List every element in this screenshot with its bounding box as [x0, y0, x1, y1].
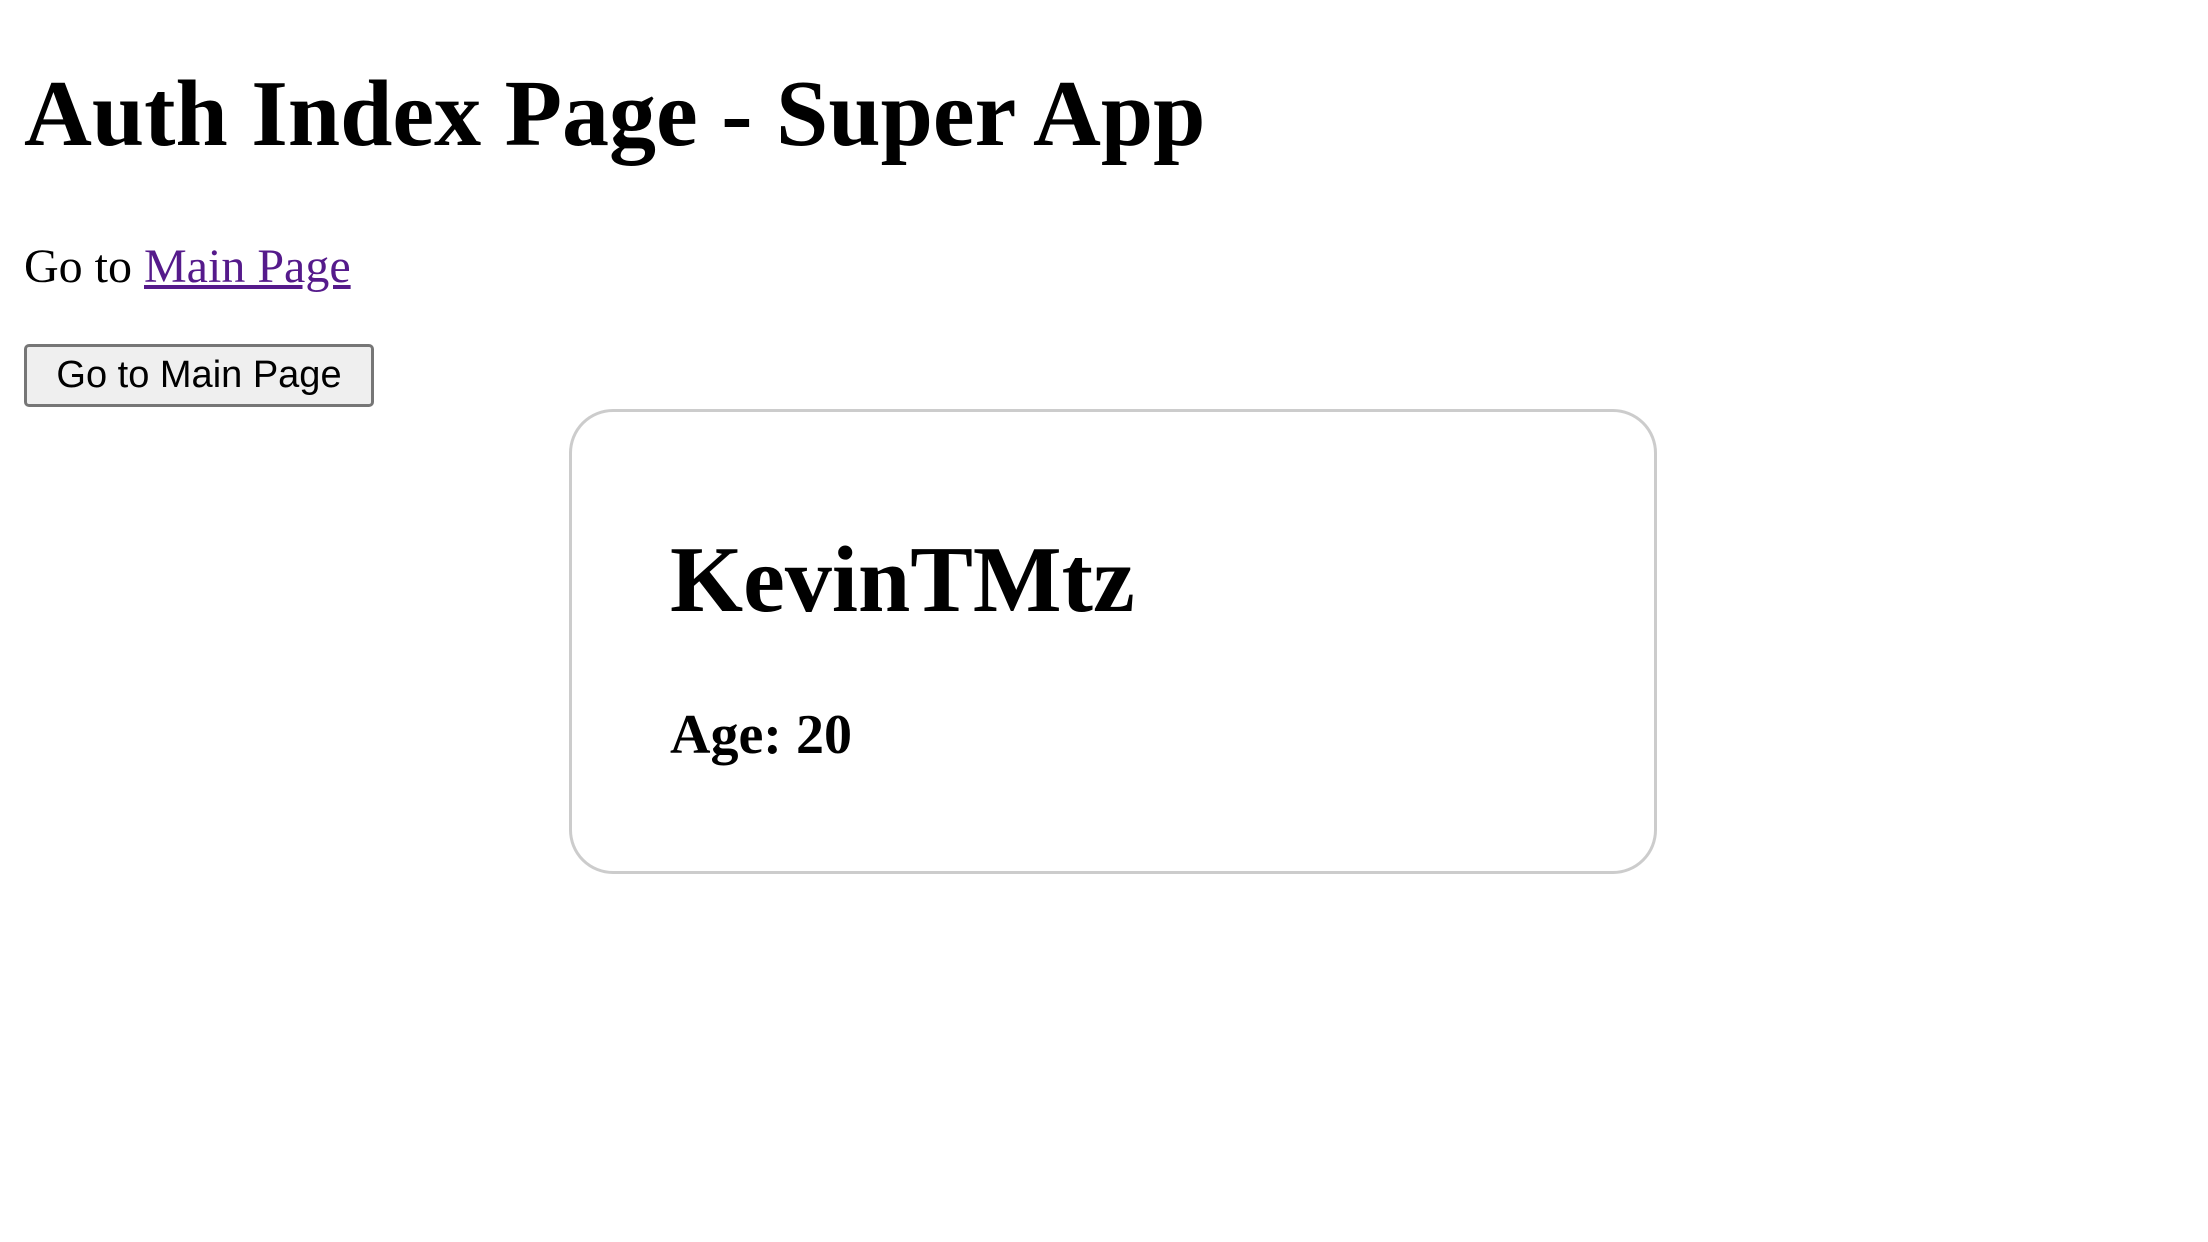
goto-prefix: Go to	[24, 240, 132, 293]
goto-line: Go to Main Page	[24, 238, 351, 296]
page-title: Auth Index Page - Super App	[24, 62, 1206, 166]
profile-card: KevinTMtz Age: 20	[569, 409, 1657, 874]
go-to-main-page-button[interactable]: Go to Main Page	[24, 344, 374, 407]
main-page-link[interactable]: Main Page	[144, 240, 351, 293]
profile-name: KevinTMtz	[670, 528, 1135, 632]
profile-age: Age: 20	[670, 704, 852, 766]
